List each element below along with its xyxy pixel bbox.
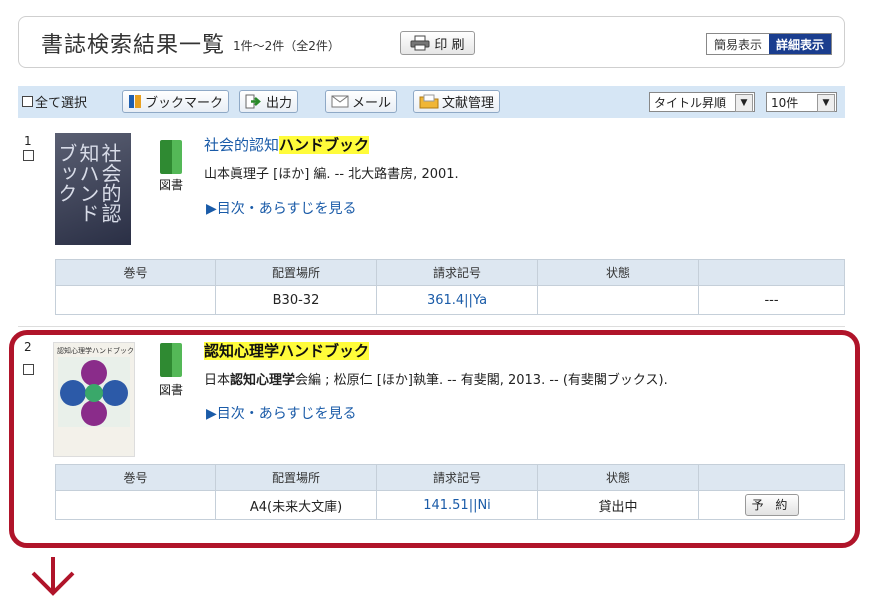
chevron-down-icon: ▼ (735, 94, 753, 112)
library-button[interactable]: 文献管理 (413, 90, 501, 113)
material-type: 図書 (159, 178, 184, 192)
export-icon (245, 94, 261, 109)
detail-view-button[interactable]: 詳細表示 (768, 34, 831, 54)
cell-action: --- (698, 285, 845, 315)
library-label: 文献管理 (442, 96, 495, 111)
page-title: 書誌検索結果一覧 (41, 33, 226, 58)
cell-volume (55, 285, 216, 315)
result-count: 1件～2件（全2件） (233, 39, 340, 53)
cell-location: B30-32 (215, 285, 377, 315)
print-label: 印 刷 (434, 37, 465, 53)
per-page-value: 10件 (771, 95, 799, 110)
result-title-link[interactable]: 社会的認知ハンドブック (204, 134, 370, 155)
select-all-label: 全て選択 (35, 96, 88, 111)
per-page-select[interactable]: 10件 ▼ (766, 92, 837, 112)
book-cover-image[interactable]: 社会的認知ハンドブック (55, 133, 131, 245)
result-checkbox[interactable] (23, 150, 34, 161)
bookmark-label: ブックマーク (145, 96, 224, 111)
print-button[interactable]: 印 刷 (400, 31, 475, 55)
output-label: 出力 (266, 96, 293, 111)
mail-button[interactable]: メール (325, 90, 398, 113)
title-text: 社会的認知 (204, 136, 280, 154)
select-all-checkbox[interactable] (22, 96, 33, 107)
cell-callnumber-link[interactable]: 361.4||Ya (376, 285, 538, 315)
bibliographic-info: 山本眞理子 [ほか] 編. -- 北大路書房, 2001. (204, 167, 459, 182)
col-volume: 巻号 (55, 259, 216, 286)
simple-view-button[interactable]: 簡易表示 (706, 34, 769, 54)
col-location: 配置場所 (215, 259, 377, 286)
result-number: 1 (24, 134, 32, 148)
book-type-icon (160, 140, 182, 174)
bookmark-icon (129, 95, 141, 108)
printer-icon (410, 35, 430, 51)
mail-label: メール (352, 96, 392, 111)
chevron-down-icon: ▼ (817, 94, 835, 112)
arrow-down-icon (31, 557, 75, 596)
holdings-table: 巻号 配置場所 請求記号 状態 B30-32 361.4||Ya --- (55, 259, 845, 315)
view-toggle: 簡易表示 詳細表示 (705, 33, 832, 55)
mail-icon (331, 95, 349, 108)
toc-link[interactable]: ▶目次・あらすじを見る (206, 198, 357, 218)
toolbar: 全て選択 ブックマーク 出力 メール 文献管理 タイトル昇順 ▼ 10件 ▼ (18, 86, 845, 118)
title-keyword: ハンドブック (279, 136, 370, 154)
sort-value: タイトル昇順 (654, 95, 727, 110)
output-button[interactable]: 出力 (239, 90, 299, 113)
table-row: B30-32 361.4||Ya --- (55, 285, 845, 315)
results-header: 書誌検索結果一覧 1件～2件（全2件） 印 刷 簡易表示 詳細表示 (18, 16, 845, 68)
col-action (698, 259, 845, 286)
highlight-frame (9, 330, 860, 548)
bookmark-button[interactable]: ブックマーク (122, 90, 230, 113)
col-status: 状態 (537, 259, 699, 286)
result-divider (18, 326, 845, 327)
cell-status (537, 285, 699, 315)
sort-select[interactable]: タイトル昇順 ▼ (649, 92, 755, 112)
select-all[interactable]: 全て選択 (22, 92, 87, 111)
col-callnumber: 請求記号 (376, 259, 538, 286)
folder-icon (419, 94, 439, 109)
cover-title: 社会的認知ハンドブック (61, 143, 121, 223)
